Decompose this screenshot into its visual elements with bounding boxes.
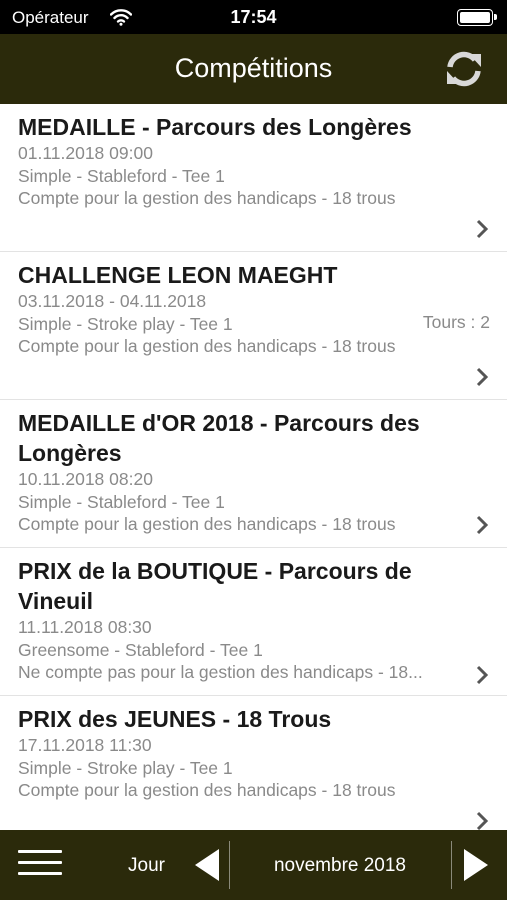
- competition-item[interactable]: PRIX des JEUNES - 18 Trous 17.11.2018 11…: [0, 696, 507, 830]
- competition-name: MEDAILLE - Parcours des Longères: [18, 114, 412, 140]
- competition-date: 03.11.2018 - 04.11.2018: [18, 291, 207, 311]
- competition-handicap: Compte pour la gestion des handicaps - 1…: [18, 514, 396, 534]
- competition-name: MEDAILLE d'OR 2018 - Parcours des Longèr…: [18, 410, 420, 466]
- competition-handicap: Compte pour la gestion des handicaps - 1…: [18, 336, 396, 356]
- competition-item[interactable]: CHALLENGE LEON MAEGHT 03.11.2018 - 04.11…: [0, 252, 507, 400]
- hamburger-menu-icon[interactable]: [18, 850, 62, 880]
- competition-date: 10.11.2018 08:20: [18, 469, 153, 489]
- page-title: Compétitions: [174, 53, 333, 83]
- navigation-bar: Compétitions: [0, 34, 507, 104]
- chevron-right-icon: [476, 515, 489, 535]
- competition-date: 01.11.2018 09:00: [18, 143, 153, 163]
- clock-time: 17:54: [230, 7, 277, 27]
- competition-item[interactable]: PRIX de la BOUTIQUE - Parcours de Vineui…: [0, 548, 507, 696]
- current-month: novembre 2018: [273, 855, 407, 876]
- period-selector[interactable]: Jour: [128, 855, 165, 877]
- competition-list[interactable]: MEDAILLE - Parcours des Longères 01.11.2…: [0, 104, 507, 830]
- triangle-right-icon[interactable]: [462, 847, 490, 883]
- refresh-icon[interactable]: [445, 50, 483, 88]
- competition-date: 11.11.2018 08:30: [18, 617, 152, 637]
- competition-format: Simple - Stableford - Tee 1: [18, 491, 225, 512]
- competition-date: 17.11.2018 11:30: [18, 735, 152, 755]
- status-bar: Opérateur 17:54: [0, 0, 507, 34]
- chevron-right-icon: [476, 811, 489, 830]
- competition-format: Simple - Stroke play - Tee 1: [18, 757, 233, 778]
- competition-rounds: Tours : 2: [422, 312, 490, 332]
- competition-handicap: Compte pour la gestion des handicaps - 1…: [18, 780, 396, 800]
- competition-item[interactable]: MEDAILLE d'OR 2018 - Parcours des Longèr…: [0, 400, 507, 548]
- competition-handicap: Ne compte pas pour la gestion des handic…: [18, 662, 423, 682]
- divider: [451, 841, 452, 889]
- battery-icon: [457, 9, 497, 26]
- competition-format: Greensome - Stableford - Tee 1: [18, 639, 263, 660]
- competition-handicap: Compte pour la gestion des handicaps - 1…: [18, 188, 396, 208]
- chevron-right-icon: [476, 367, 489, 387]
- competition-name: PRIX des JEUNES - 18 Trous: [18, 706, 332, 732]
- competition-name: CHALLENGE LEON MAEGHT: [18, 262, 338, 288]
- bottom-toolbar: Jour novembre 2018: [0, 830, 507, 900]
- competition-format: Simple - Stableford - Tee 1: [18, 165, 225, 186]
- competition-item[interactable]: MEDAILLE - Parcours des Longères 01.11.2…: [0, 104, 507, 252]
- competition-name: PRIX de la BOUTIQUE - Parcours de Vineui…: [18, 558, 412, 614]
- chevron-right-icon: [476, 219, 489, 239]
- triangle-left-icon[interactable]: [193, 847, 221, 883]
- chevron-right-icon: [476, 665, 489, 685]
- competition-format: Simple - Stroke play - Tee 1: [18, 313, 233, 334]
